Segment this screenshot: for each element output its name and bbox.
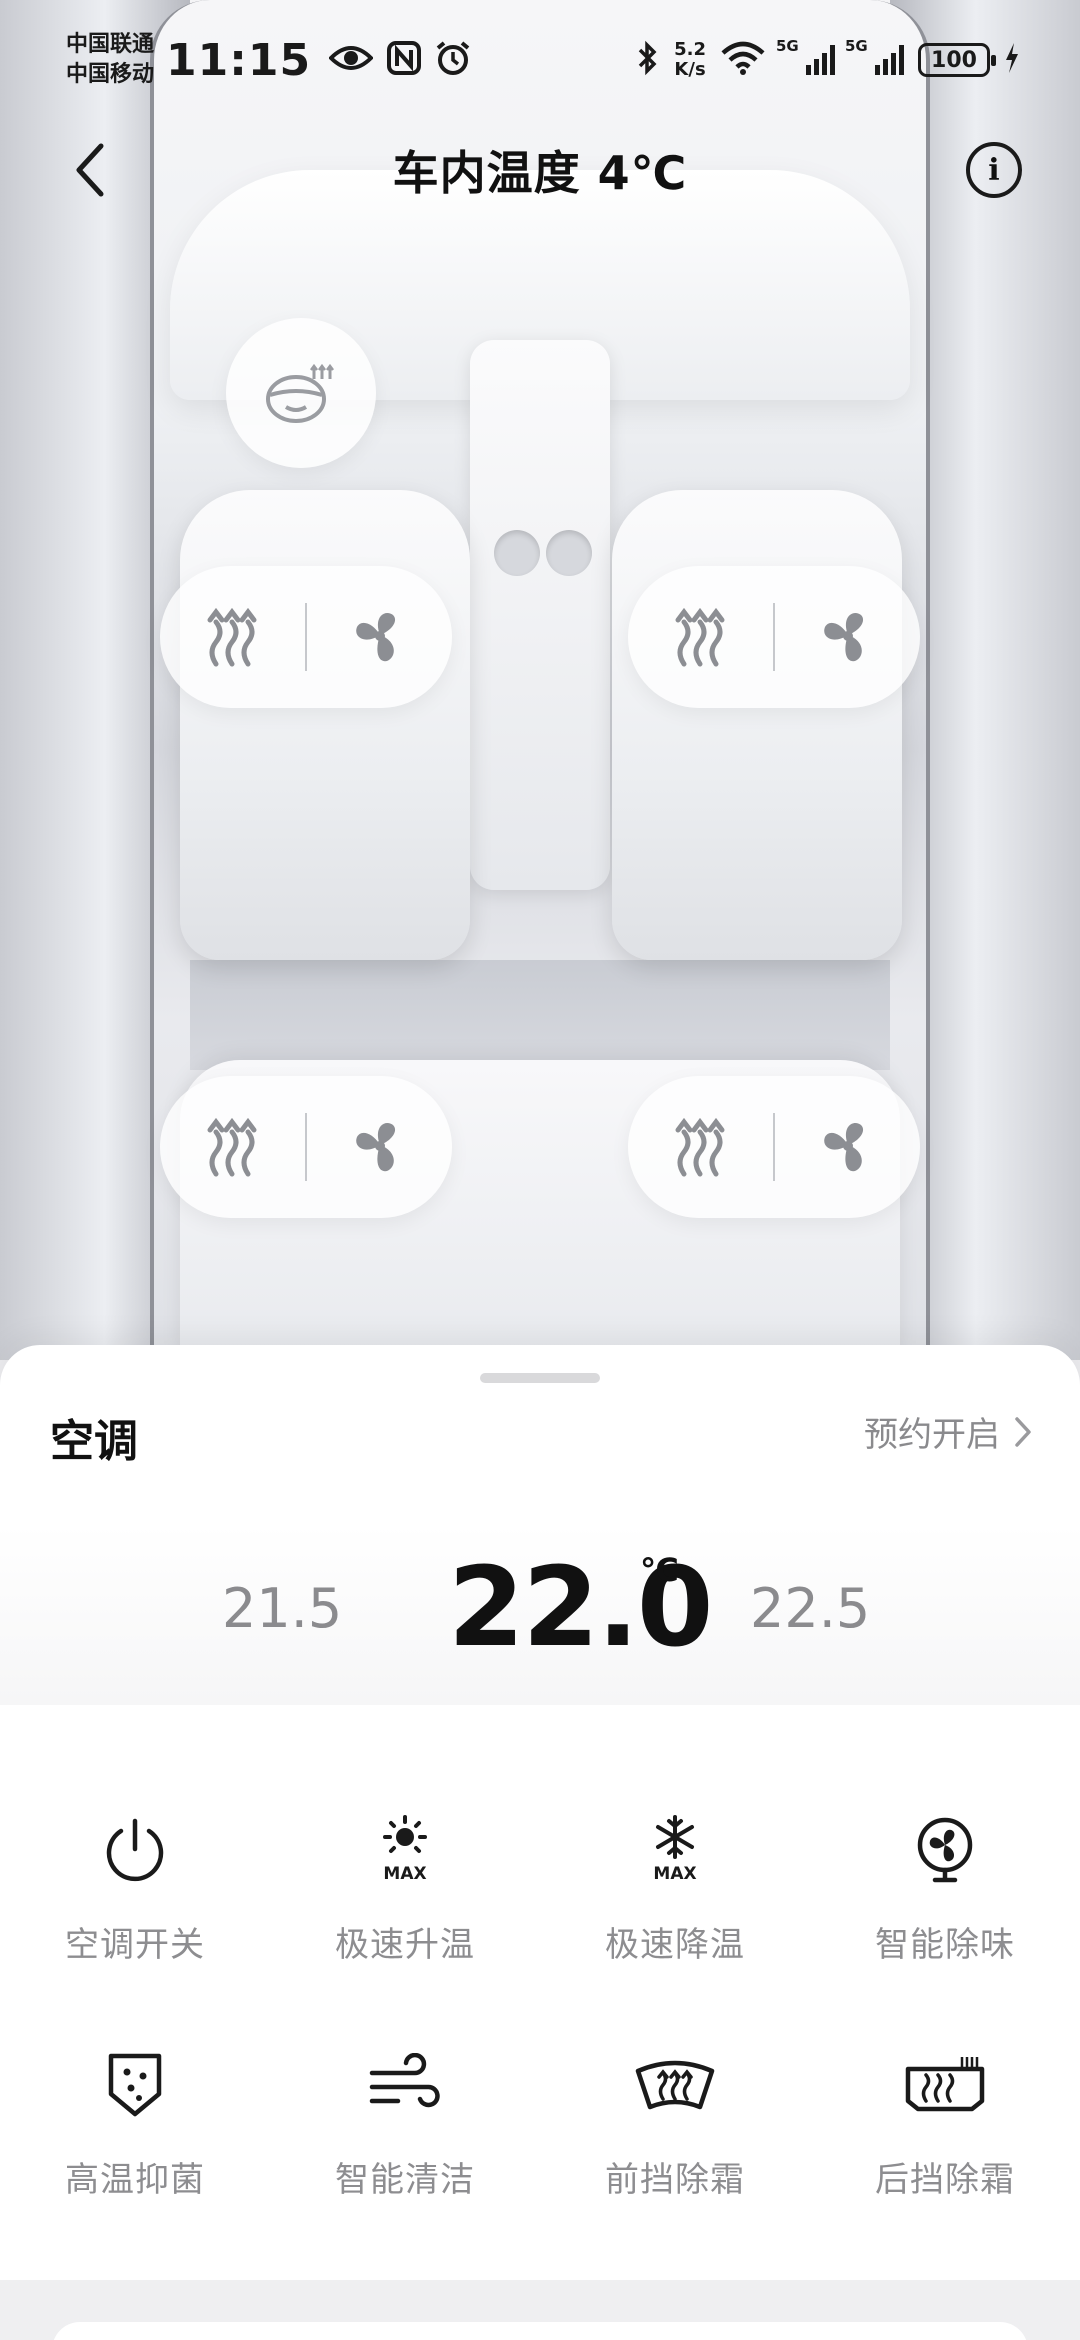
power-icon xyxy=(90,1805,180,1895)
seat-heat-icon xyxy=(675,607,725,667)
seat-vent-button-front-left[interactable] xyxy=(307,566,452,708)
seat-heat-button-rear-right[interactable] xyxy=(628,1076,773,1218)
max-cool-button[interactable]: MAX 极速降温 xyxy=(540,1805,810,2000)
carrier-2: 中国移动 xyxy=(66,62,155,87)
function-label: 智能清洁 xyxy=(335,2160,475,2200)
alarm-icon xyxy=(435,40,471,80)
network-speed: 5.2 K/s xyxy=(674,39,706,80)
info-button[interactable]: i xyxy=(966,142,1022,198)
temperature-option-next[interactable]: 22.5 xyxy=(750,1577,870,1640)
chevron-left-icon xyxy=(76,143,104,197)
seat-vent-button-front-right[interactable] xyxy=(775,566,920,708)
seat-heat-button-front-right[interactable] xyxy=(628,566,773,708)
function-label: 高温抑菌 xyxy=(65,2160,205,2200)
seat-heat-button-front-left[interactable] xyxy=(160,566,305,708)
steering-wheel-heat-button[interactable] xyxy=(226,318,376,468)
schedule-label: 预约开启 xyxy=(864,1415,1000,1455)
seat-heat-icon xyxy=(675,1117,725,1177)
carrier-1: 中国联通 xyxy=(66,32,155,57)
function-label: 空调开关 xyxy=(65,1925,205,1965)
svg-text:MAX: MAX xyxy=(383,1864,426,1884)
status-bar: 中国联通 中国移动 11:15 5.2 K/s 5G 5G 100 xyxy=(0,0,1080,120)
ac-control-sheet: 空调 预约开启 21.5 22.0 ℃ 22.5 空调开关 MAX 极速升温 M… xyxy=(0,1345,1080,2280)
front-defrost-icon xyxy=(630,2040,720,2130)
wind-clean-icon xyxy=(360,2040,450,2130)
function-label: 后挡除霜 xyxy=(875,2160,1015,2200)
nfc-icon xyxy=(387,41,422,79)
fan-icon xyxy=(900,1805,990,1895)
seat-heat-icon xyxy=(207,1117,257,1177)
rear-defrost-button[interactable]: 后挡除霜 xyxy=(810,2040,1080,2235)
smart-clean-button[interactable]: 智能清洁 xyxy=(270,2040,540,2235)
seat-control-rear-right xyxy=(628,1076,920,1218)
sheet-drag-handle[interactable] xyxy=(480,1373,600,1383)
seat-vent-button-rear-left[interactable] xyxy=(307,1076,452,1218)
seat-vent-button-rear-right[interactable] xyxy=(775,1076,920,1218)
seat-fan-icon xyxy=(823,1123,863,1172)
ac-power-button[interactable]: 空调开关 xyxy=(0,1805,270,2000)
schedule-start-link[interactable]: 预约开启 xyxy=(864,1407,1032,1456)
function-label: 智能除味 xyxy=(875,1925,1015,1965)
max-heat-icon: MAX xyxy=(360,1805,450,1895)
function-label: 极速降温 xyxy=(605,1925,745,1965)
section-title: 空调 xyxy=(50,1416,138,1467)
wifi-icon xyxy=(720,41,766,79)
seat-fan-icon xyxy=(355,1123,395,1172)
function-grid: 空调开关 MAX 极速升温 MAX 极速降温 智能除味 高温抑菌 智能清洁 前挡… xyxy=(0,1805,1080,2235)
charging-icon xyxy=(1004,42,1020,78)
max-heat-button[interactable]: MAX 极速升温 xyxy=(270,1805,540,2000)
nav-bar: 车内温度 4℃ i xyxy=(0,120,1080,220)
function-label: 前挡除霜 xyxy=(605,2160,745,2200)
seat-control-rear-left xyxy=(160,1076,452,1218)
clock: 11:15 xyxy=(166,34,312,86)
sterilize-icon xyxy=(90,2040,180,2130)
smart-deodorize-button[interactable]: 智能除味 xyxy=(810,1805,1080,2000)
battery-indicator: 100 xyxy=(918,43,996,77)
rear-defrost-icon xyxy=(900,2040,990,2130)
seat-control-front-right xyxy=(628,566,920,708)
seat-heat-icon xyxy=(207,607,257,667)
seat-control-front-left xyxy=(160,566,452,708)
page-title: 车内温度 4℃ xyxy=(392,146,688,200)
next-card-edge xyxy=(52,2322,1028,2340)
temperature-picker[interactable]: 21.5 22.0 ℃ 22.5 xyxy=(0,1525,1080,1705)
seat-heat-button-rear-left[interactable] xyxy=(160,1076,305,1218)
steering-wheel-heat-icon xyxy=(266,363,334,423)
temperature-unit: ℃ xyxy=(640,1551,679,1589)
function-label: 极速升温 xyxy=(335,1925,475,1965)
sterilize-button[interactable]: 高温抑菌 xyxy=(0,2040,270,2235)
chevron-right-icon xyxy=(1015,1416,1031,1447)
max-cool-icon: MAX xyxy=(630,1805,720,1895)
back-button[interactable] xyxy=(58,138,122,202)
eye-icon xyxy=(328,43,374,77)
carrier-names: 中国联通 中国移动 xyxy=(66,30,154,90)
bluetooth-icon xyxy=(636,40,660,80)
seat-fan-icon xyxy=(823,613,863,662)
info-icon: i xyxy=(988,152,1000,188)
svg-text:MAX: MAX xyxy=(653,1864,696,1884)
signal-1-icon: 5G xyxy=(776,37,835,75)
front-defrost-button[interactable]: 前挡除霜 xyxy=(540,2040,810,2235)
signal-2-icon: 5G xyxy=(845,37,904,75)
temperature-option-prev[interactable]: 21.5 xyxy=(222,1577,342,1640)
seat-fan-icon xyxy=(355,613,395,662)
